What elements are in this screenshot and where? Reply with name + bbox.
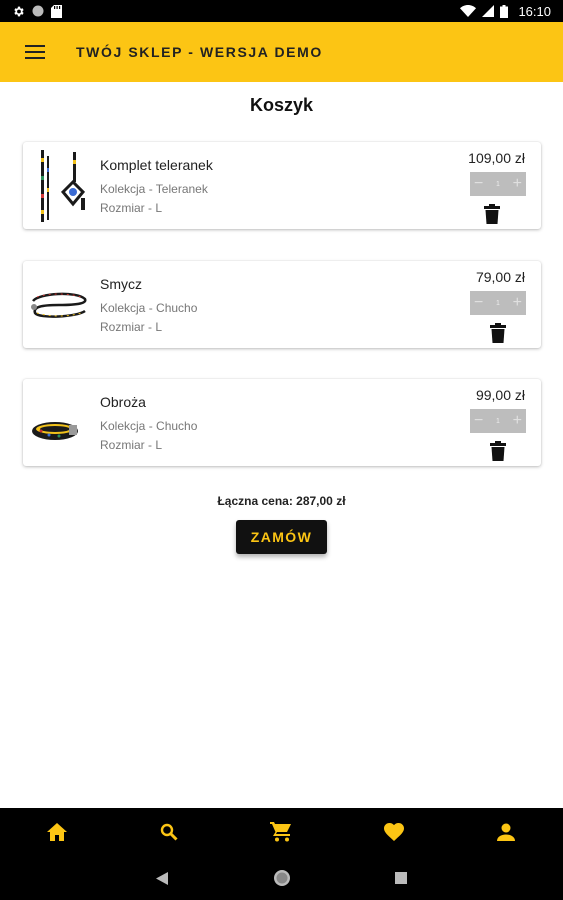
cart-item[interactable]: Obroża Kolekcja - Chucho Rozmiar - L 99,… xyxy=(23,379,541,466)
app-title: TWÓJ SKLEP - WERSJA DEMO xyxy=(76,44,323,60)
decrement-button[interactable]: − xyxy=(474,294,483,312)
circle-icon xyxy=(32,5,44,17)
status-icons-left xyxy=(12,4,62,18)
order-button[interactable]: ZAMÓW xyxy=(236,520,327,554)
decrement-button[interactable]: − xyxy=(474,175,483,193)
product-thumbnail-collar xyxy=(32,422,78,440)
status-icons-right: 16:10 xyxy=(460,4,551,19)
cart-item[interactable]: Komplet teleranek Kolekcja - Teleranek R… xyxy=(23,142,541,229)
product-thumbnail-leash-harness-set xyxy=(41,150,86,222)
trash-icon[interactable] xyxy=(490,323,506,343)
nav-person-icon[interactable] xyxy=(494,820,518,844)
page-title: Koszyk xyxy=(249,95,314,115)
item-size: Rozmiar - L xyxy=(100,320,163,334)
home-circle-icon[interactable] xyxy=(273,869,291,887)
menu-icon[interactable] xyxy=(25,45,45,59)
nav-cart-icon[interactable] xyxy=(269,820,293,844)
item-collection: Kolekcja - Chucho xyxy=(100,419,198,433)
item-collection: Kolekcja - Teleranek xyxy=(100,182,208,196)
settings-icon xyxy=(14,6,24,16)
status-time: 16:10 xyxy=(518,3,551,19)
system-nav-bar xyxy=(0,856,563,900)
back-icon[interactable] xyxy=(153,869,171,887)
nav-search-icon[interactable] xyxy=(157,820,181,844)
item-size: Rozmiar - L xyxy=(100,438,163,452)
decrement-button[interactable]: − xyxy=(474,412,483,430)
product-thumbnail-leash xyxy=(31,292,87,318)
bottom-nav xyxy=(0,808,563,856)
quantity-value: 1 xyxy=(496,299,500,307)
wifi-icon xyxy=(460,5,477,17)
app-bar: TWÓJ SKLEP - WERSJA DEMO xyxy=(0,22,563,82)
item-name: Komplet teleranek xyxy=(100,157,213,173)
nav-home-icon[interactable] xyxy=(45,820,69,844)
item-name: Obroża xyxy=(100,394,146,410)
total-price: Łączna cena: 287,00 zł xyxy=(217,494,346,508)
increment-button[interactable]: + xyxy=(513,294,522,312)
quantity-stepper[interactable]: − 1 + xyxy=(470,172,526,196)
quantity-value: 1 xyxy=(496,417,500,425)
increment-button[interactable]: + xyxy=(513,412,522,430)
battery-icon xyxy=(500,4,509,18)
signal-icon xyxy=(482,5,495,17)
recents-icon[interactable] xyxy=(392,869,410,887)
quantity-value: 1 xyxy=(496,180,500,188)
item-price: 99,00 zł xyxy=(475,387,525,403)
item-price: 79,00 zł xyxy=(475,269,525,285)
quantity-stepper[interactable]: − 1 + xyxy=(470,409,526,433)
item-name: Smycz xyxy=(100,276,142,292)
cart-item[interactable]: Smycz Kolekcja - Chucho Rozmiar - L 79,0… xyxy=(23,261,541,348)
nav-heart-icon[interactable] xyxy=(382,820,406,844)
sd-card-icon xyxy=(51,4,62,18)
increment-button[interactable]: + xyxy=(513,175,522,193)
item-collection: Kolekcja - Chucho xyxy=(100,301,198,315)
quantity-stepper[interactable]: − 1 + xyxy=(470,291,526,315)
trash-icon[interactable] xyxy=(484,204,500,224)
item-price: 109,00 zł xyxy=(468,150,525,166)
item-size: Rozmiar - L xyxy=(100,201,163,215)
trash-icon[interactable] xyxy=(490,441,506,461)
status-bar: 16:10 xyxy=(0,0,563,22)
